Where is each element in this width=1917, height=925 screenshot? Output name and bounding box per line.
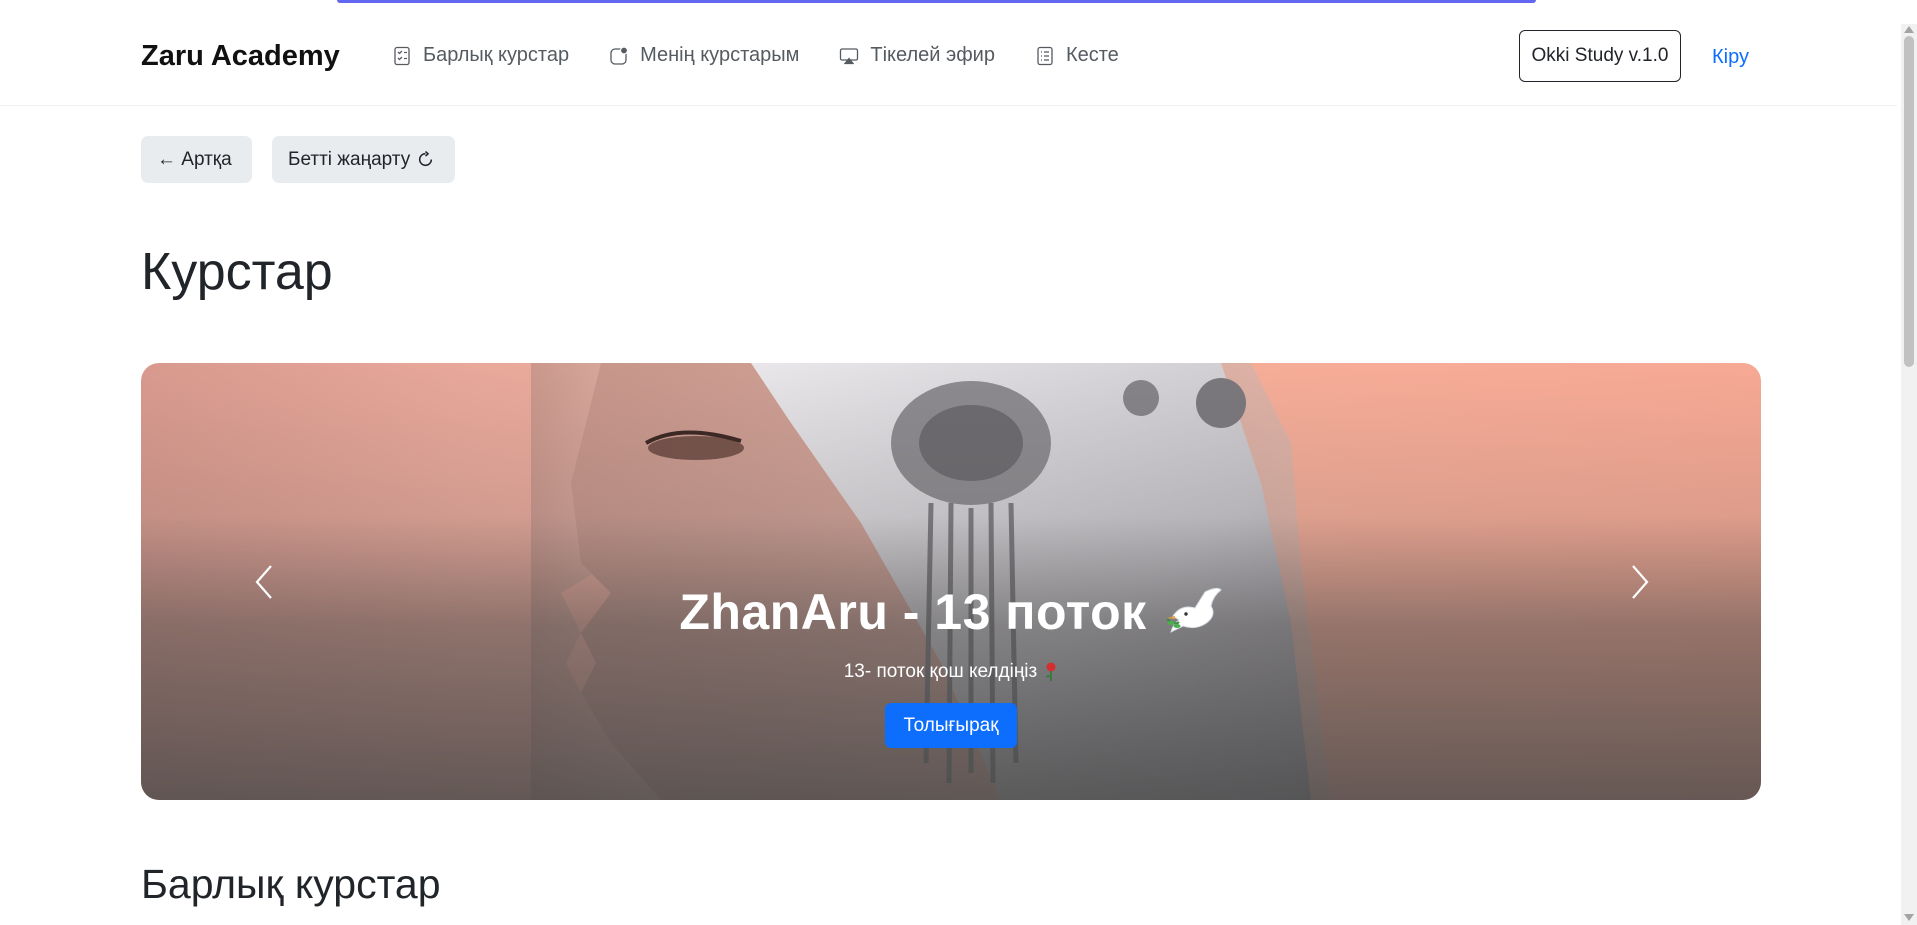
brand-logo[interactable]: Zaru Academy (141, 40, 340, 73)
nav-link-label: Тікелей эфир (870, 44, 995, 66)
nav-link-my-courses[interactable]: Менің курстарым (609, 44, 799, 67)
scroll-down-icon[interactable] (1904, 914, 1914, 921)
page-title: Курстар (141, 243, 333, 301)
course-carousel: ZhanAru - 13 поток 13- поток қош келдіңі… (141, 363, 1761, 800)
rose-icon (1046, 662, 1056, 681)
nav-link-schedule[interactable]: Кесте (1035, 44, 1119, 67)
back-button[interactable]: ← Артқа (141, 136, 252, 183)
navbar: Zaru Academy Барлық курстар Менің курста… (0, 6, 1897, 106)
page-scrollbar[interactable] (1901, 24, 1917, 925)
section-title-all-courses: Барлық курстар (141, 861, 441, 907)
notification-dot-icon (610, 45, 629, 65)
refresh-icon (419, 151, 433, 167)
checklist-icon (394, 46, 410, 65)
back-button-label: ← Артқа (157, 148, 232, 170)
scroll-up-icon[interactable] (1904, 26, 1914, 33)
slide-title: ZhanAru - 13 поток (679, 583, 1222, 641)
version-button[interactable]: Okki Study v.1.0 (1519, 30, 1681, 82)
nav-link-label: Барлық курстар (423, 44, 570, 66)
login-link[interactable]: Кіру (1712, 46, 1749, 69)
scrollbar-thumb[interactable] (1904, 36, 1914, 367)
refresh-button-label: Бетті жаңарту (288, 148, 411, 170)
nav-link-live[interactable]: Тікелей эфир (839, 44, 995, 67)
nav-link-label: Кесте (1065, 44, 1119, 66)
dove-icon (1166, 587, 1222, 633)
airplay-icon (840, 47, 859, 64)
schedule-list-icon (1037, 46, 1053, 65)
slide-subtitle: 13- поток қош келдіңіз (844, 661, 1059, 683)
nav-link-label: Менің курстарым (640, 44, 800, 66)
slide-subtitle-text: 13- поток қош келдіңіз (843, 661, 1038, 682)
nav-links: Барлық курстар Менің курстарым Тікелей э… (392, 44, 1159, 67)
slide-title-text: ZhanAru - 13 поток (679, 584, 1147, 640)
nav-link-all-courses[interactable]: Барлық курстар (392, 44, 569, 67)
top-accent-bar (337, 0, 1536, 3)
slide-caption: ZhanAru - 13 поток 13- поток қош келдіңі… (141, 583, 1761, 748)
refresh-page-button[interactable]: Бетті жаңарту (272, 136, 455, 183)
slide-more-button[interactable]: Толығырақ (885, 703, 1017, 748)
